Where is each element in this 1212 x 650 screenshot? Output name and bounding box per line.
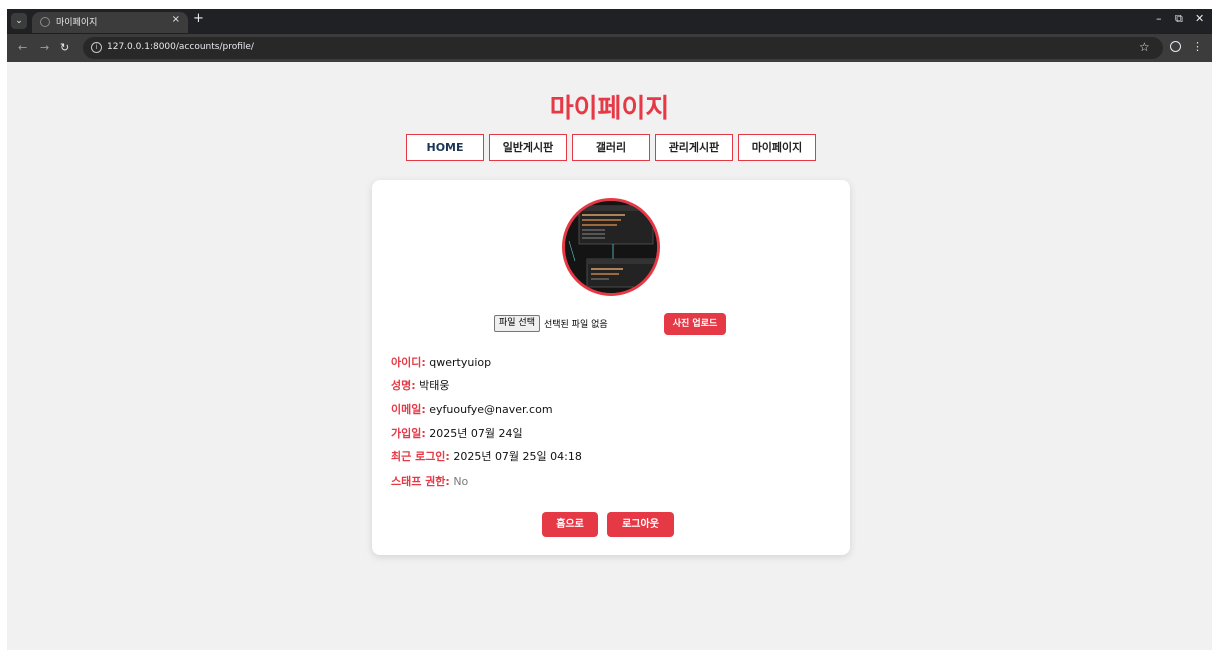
address-bar[interactable]: i 127.0.0.1:8000/accounts/profile/ <box>83 37 1163 59</box>
forward-icon[interactable]: → <box>40 41 49 54</box>
file-input[interactable]: 파일 선택 선택된 파일 없음 <box>494 315 608 332</box>
logout-button[interactable]: 로그아웃 <box>607 512 674 537</box>
field-value: eyfuoufye@naver.com <box>429 403 553 416</box>
new-tab-icon[interactable]: + <box>193 11 204 26</box>
site-info-icon[interactable]: i <box>91 42 102 53</box>
kebab-menu-icon[interactable]: ⋮ <box>1192 40 1203 53</box>
field-username: 아이디: qwertyuiop <box>391 354 491 370</box>
field-label: 성명: <box>391 379 416 392</box>
avatar-image <box>565 201 657 293</box>
tab-strip: ⌄ 마이페이지 × + – ⧉ ✕ <box>7 9 1212 33</box>
browser-tab[interactable]: 마이페이지 × <box>32 12 188 33</box>
restore-icon[interactable]: ⧉ <box>1175 12 1183 26</box>
field-label: 스태프 권한: <box>391 475 450 488</box>
field-label: 최근 로그인: <box>391 450 450 463</box>
field-name: 성명: 박태웅 <box>391 377 450 393</box>
reload-icon[interactable]: ↻ <box>60 41 69 54</box>
page-viewport: 마이페이지 HOME 일반게시판 갤러리 관리게시판 마이페이지 파일 선택 선… <box>7 62 1212 650</box>
field-value: qwertyuiop <box>429 356 492 369</box>
field-label: 이메일: <box>391 403 426 416</box>
profile-avatar <box>562 198 660 296</box>
field-value: No <box>453 475 469 488</box>
page-title: 마이페이지 <box>549 94 670 124</box>
file-status-text: 선택된 파일 없음 <box>543 320 608 330</box>
tab-title: 마이페이지 <box>56 18 98 28</box>
field-value: 2025년 07월 25일 04:18 <box>453 450 582 463</box>
field-value: 박태웅 <box>419 379 450 392</box>
profile-card: 파일 선택 선택된 파일 없음 사진 업로드 아이디: qwertyuiop 성… <box>372 180 850 555</box>
home-button[interactable]: 홈으로 <box>542 512 598 537</box>
field-email: 이메일: eyfuoufye@naver.com <box>391 401 553 417</box>
nav-mypage[interactable]: 마이페이지 <box>738 134 816 161</box>
tab-list-icon[interactable]: ⌄ <box>11 13 27 29</box>
photo-upload-button[interactable]: 사진 업로드 <box>664 313 726 335</box>
browser-toolbar: ← → ↻ i 127.0.0.1:8000/accounts/profile/… <box>7 34 1212 62</box>
file-select-button[interactable]: 파일 선택 <box>494 315 540 332</box>
nav-board[interactable]: 일반게시판 <box>489 134 567 161</box>
favicon-icon <box>40 17 50 27</box>
field-label: 가입일: <box>391 427 426 440</box>
back-icon[interactable]: ← <box>18 41 27 54</box>
close-icon[interactable]: ✕ <box>1195 12 1204 25</box>
profile-icon[interactable] <box>1170 41 1181 52</box>
field-label: 아이디: <box>391 356 426 369</box>
nav-gallery[interactable]: 갤러리 <box>572 134 650 161</box>
nav-home[interactable]: HOME <box>406 134 484 161</box>
field-staff: 스태프 권한: No <box>391 473 468 489</box>
field-last-login: 최근 로그인: 2025년 07월 25일 04:18 <box>391 448 582 464</box>
bookmark-star-icon[interactable]: ☆ <box>1139 40 1150 54</box>
nav-admin-board[interactable]: 관리게시판 <box>655 134 733 161</box>
tab-close-icon[interactable]: × <box>172 14 180 25</box>
url-text[interactable]: 127.0.0.1:8000/accounts/profile/ <box>107 42 254 52</box>
field-joined-date: 가입일: 2025년 07월 24일 <box>391 425 523 441</box>
field-value: 2025년 07월 24일 <box>429 427 523 440</box>
minimize-icon[interactable]: – <box>1156 12 1162 25</box>
